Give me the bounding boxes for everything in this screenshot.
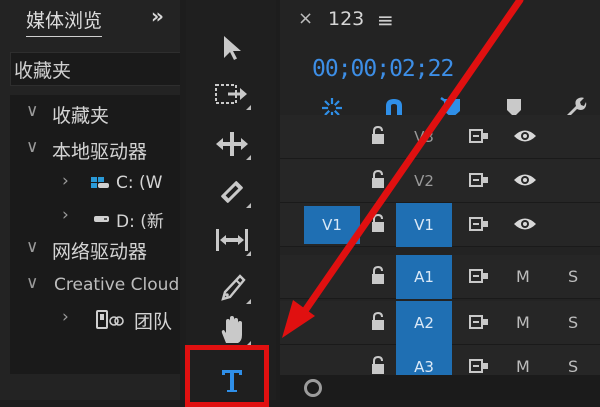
selection-tool[interactable] xyxy=(211,30,253,66)
chevron-down-icon[interactable]: ∨ xyxy=(26,101,38,121)
chevron-right-icon[interactable]: › xyxy=(62,307,69,327)
sequence-name[interactable]: 123 xyxy=(328,8,364,30)
track-target-v2[interactable]: V2 xyxy=(396,159,452,203)
track-header-a1[interactable]: A1 M S xyxy=(280,255,600,299)
hand-tool[interactable] xyxy=(211,312,253,348)
favorites-dropdown[interactable]: 收藏夹 xyxy=(10,52,180,86)
track-header-a2[interactable]: A2 M S xyxy=(280,301,600,345)
track-select-forward-icon xyxy=(215,84,247,104)
tree-item-creative-cloud[interactable]: ∨ Creative Cloud xyxy=(10,271,180,301)
razor-icon xyxy=(221,181,243,203)
tool-flyout-indicator xyxy=(246,203,251,208)
tree-item-drive-d[interactable]: › D: (新 xyxy=(10,203,180,233)
tool-flyout-indicator xyxy=(246,299,251,304)
sync-lock-icon[interactable] xyxy=(468,267,490,285)
pen-icon xyxy=(221,274,246,301)
hand-icon xyxy=(221,316,242,343)
track-target-v3[interactable]: V3 xyxy=(396,115,452,159)
close-icon[interactable]: × xyxy=(298,8,313,29)
media-browser-panel: 媒体浏览 » 收藏夹 ∨ 收藏夹 ∨ 本地驱动器 › C: (W › D: (新 xyxy=(0,0,180,400)
timeline-tab[interactable]: × 123 ≡ xyxy=(280,0,600,40)
tree-item-label: C: (W xyxy=(116,173,163,193)
sync-lock-icon[interactable] xyxy=(468,357,490,375)
mute-button[interactable]: M xyxy=(516,313,530,332)
panel-menu-icon[interactable]: ≡ xyxy=(377,8,394,32)
track-target-a2[interactable]: A2 xyxy=(396,301,452,345)
tool-flyout-indicator xyxy=(246,251,251,256)
lock-icon[interactable] xyxy=(370,169,386,191)
mute-button[interactable]: M xyxy=(516,357,530,376)
tree-item-label: 团队 xyxy=(134,311,173,333)
sync-lock-icon[interactable] xyxy=(468,127,490,145)
tree-item-local-drives[interactable]: ∨ 本地驱动器 xyxy=(10,135,180,165)
tree-item-team-projects[interactable]: › 团队 xyxy=(10,305,180,335)
tools-panel xyxy=(186,0,276,400)
solo-button[interactable]: S xyxy=(568,357,578,376)
double-chevron-right-icon[interactable]: » xyxy=(151,4,164,28)
chevron-down-icon[interactable]: ∨ xyxy=(26,137,38,157)
eye-icon[interactable] xyxy=(512,127,538,145)
sync-lock-icon[interactable] xyxy=(468,313,490,331)
chevron-right-icon[interactable]: › xyxy=(62,205,69,225)
pen-tool[interactable] xyxy=(211,270,253,306)
tool-flyout-indicator xyxy=(246,155,251,160)
ripple-edit-icon xyxy=(216,132,248,156)
track-header-v1[interactable]: V1 V1 xyxy=(280,203,600,247)
sync-lock-icon[interactable] xyxy=(468,171,490,189)
source-patch-v1[interactable]: V1 xyxy=(304,206,360,244)
chevron-down-icon[interactable]: ∨ xyxy=(26,237,38,257)
track-headers: V3 V2 V1 V1 A1 M S A2 M S A3 M S xyxy=(280,115,600,389)
zoom-handle[interactable] xyxy=(304,379,322,397)
chevron-right-icon[interactable]: › xyxy=(62,171,69,191)
media-browser-tree: ∨ 收藏夹 ∨ 本地驱动器 › C: (W › D: (新 ∨ 网络驱动器 ∨ … xyxy=(10,95,180,375)
lock-icon[interactable] xyxy=(370,355,386,377)
sync-lock-icon[interactable] xyxy=(468,215,490,233)
tree-item-favorites[interactable]: ∨ 收藏夹 xyxy=(10,99,180,129)
lock-icon[interactable] xyxy=(370,213,386,235)
favorites-dropdown-value: 收藏夹 xyxy=(14,60,72,82)
timeline-zoom-scrollbar[interactable] xyxy=(280,375,600,400)
type-tool-highlight-box xyxy=(185,345,269,407)
solo-button[interactable]: S xyxy=(568,267,578,286)
tree-item-drive-c[interactable]: › C: (W xyxy=(10,169,180,199)
solo-button[interactable]: S xyxy=(568,313,578,332)
arrow-pointer-icon xyxy=(224,36,241,60)
media-browser-tabbar: 媒体浏览 » xyxy=(0,0,180,42)
lock-icon[interactable] xyxy=(370,311,386,333)
slip-icon xyxy=(216,229,248,251)
tree-item-network-drives[interactable]: ∨ 网络驱动器 xyxy=(10,235,180,265)
tree-item-label: 网络驱动器 xyxy=(52,241,148,263)
chevron-down-icon[interactable]: ∨ xyxy=(26,273,38,293)
lock-icon[interactable] xyxy=(370,125,386,147)
track-select-tool[interactable] xyxy=(211,76,253,112)
eye-icon[interactable] xyxy=(512,171,538,189)
team-project-icon xyxy=(96,310,124,329)
mute-button[interactable]: M xyxy=(516,267,530,286)
track-target-v1[interactable]: V1 xyxy=(396,203,452,247)
tree-item-label: 收藏夹 xyxy=(52,105,110,127)
eye-icon[interactable] xyxy=(512,215,538,233)
media-browser-footer xyxy=(10,374,180,400)
tool-flyout-indicator xyxy=(246,105,251,110)
playhead-timecode[interactable]: 00;00;02;22 xyxy=(312,56,454,82)
timeline-panel: × 123 ≡ 00;00;02;22 V3 V2 V1 V1 A1 M S A… xyxy=(280,0,600,400)
windows-drive-icon xyxy=(91,177,109,188)
lock-icon[interactable] xyxy=(370,265,386,287)
tree-item-label: D: (新 xyxy=(116,212,164,232)
track-header-v3[interactable]: V3 xyxy=(280,115,600,159)
track-target-a1[interactable]: A1 xyxy=(396,255,452,299)
slip-tool[interactable] xyxy=(211,222,253,258)
media-browser-tab[interactable]: 媒体浏览 xyxy=(26,6,103,37)
track-header-v2[interactable]: V2 xyxy=(280,159,600,203)
drive-icon xyxy=(94,216,109,222)
ripple-edit-tool[interactable] xyxy=(211,126,253,162)
razor-tool[interactable] xyxy=(211,174,253,210)
tree-item-label: 本地驱动器 xyxy=(52,141,148,163)
tree-item-label: Creative Cloud xyxy=(54,275,180,295)
